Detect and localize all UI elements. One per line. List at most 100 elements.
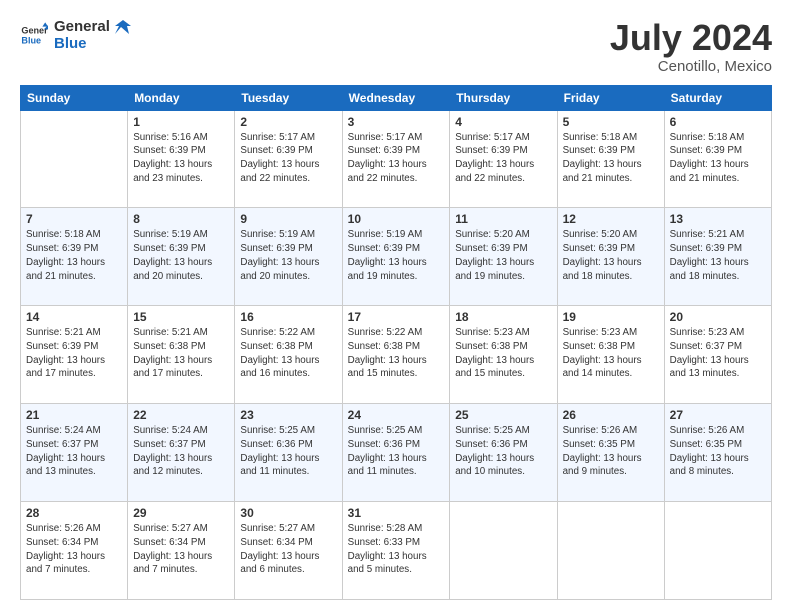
day-info: Sunrise: 5:18 AM Sunset: 6:39 PM Dayligh…	[26, 228, 122, 283]
day-info: Sunrise: 5:18 AM Sunset: 6:39 PM Dayligh…	[563, 131, 659, 186]
day-number: 29	[133, 506, 229, 520]
day-number: 3	[348, 115, 445, 129]
cell-4-2: 30 Sunrise: 5:27 AM Sunset: 6:34 PM Dayli…	[235, 502, 342, 600]
day-number: 24	[348, 408, 445, 422]
cell-3-1: 22Sunrise: 5:24 AM Sunset: 6:37 PM Dayli…	[128, 404, 235, 502]
cell-4-6	[664, 502, 771, 600]
cell-3-0: 21 Sunrise: 5:24 AM Sunset: 6:37 PM Dayli…	[21, 404, 128, 502]
day-number: 15	[133, 310, 229, 324]
day-number: 30	[240, 506, 336, 520]
logo-blue: Blue	[54, 35, 131, 52]
day-info: Sunrise: 5:18 AM Sunset: 6:39 PM Dayligh…	[670, 131, 766, 186]
day-info: Sunrise: 5:21 AM Sunset: 6:38 PM Dayligh…	[133, 326, 229, 381]
week-row-3: 14 Sunrise: 5:21 AM Sunset: 6:39 PM Dayli…	[21, 306, 772, 404]
cell-3-6: 27 Sunrise: 5:26 AM Sunset: 6:35 PM Dayli…	[664, 404, 771, 502]
cell-4-1: 29 Sunrise: 5:27 AM Sunset: 6:34 PM Dayli…	[128, 502, 235, 600]
day-info: Sunrise: 5:21 AM Sunset: 6:39 PM Dayligh…	[670, 228, 766, 283]
header-saturday: Saturday	[664, 85, 771, 110]
cell-2-3: 17 Sunrise: 5:22 AM Sunset: 6:38 PM Dayli…	[342, 306, 450, 404]
subtitle: Cenotillo, Mexico	[610, 58, 772, 75]
day-info: Sunrise: 5:20 AM Sunset: 6:39 PM Dayligh…	[455, 228, 551, 283]
cell-2-4: 18 Sunrise: 5:23 AM Sunset: 6:38 PM Dayli…	[450, 306, 557, 404]
cell-0-0	[21, 110, 128, 208]
cell-3-2: 23Sunrise: 5:25 AM Sunset: 6:36 PM Dayli…	[235, 404, 342, 502]
header-friday: Friday	[557, 85, 664, 110]
cell-0-5: 5 Sunrise: 5:18 AM Sunset: 6:39 PM Daylig…	[557, 110, 664, 208]
cell-2-0: 14 Sunrise: 5:21 AM Sunset: 6:39 PM Dayli…	[21, 306, 128, 404]
cell-0-1: 1 Sunrise: 5:16 AM Sunset: 6:39 PM Daylig…	[128, 110, 235, 208]
day-info: Sunrise: 5:25 AM Sunset: 6:36 PM Dayligh…	[348, 424, 445, 479]
day-number: 31	[348, 506, 445, 520]
cell-2-2: 16 Sunrise: 5:22 AM Sunset: 6:38 PM Dayli…	[235, 306, 342, 404]
logo: General Blue General Blue	[20, 18, 131, 53]
cell-1-2: 9 Sunrise: 5:19 AM Sunset: 6:39 PM Daylig…	[235, 208, 342, 306]
day-number: 18	[455, 310, 551, 324]
day-info: Sunrise: 5:17 AM Sunset: 6:39 PM Dayligh…	[240, 131, 336, 186]
svg-text:Blue: Blue	[21, 36, 41, 46]
day-number: 16	[240, 310, 336, 324]
logo-general: General	[54, 18, 131, 35]
day-info: Sunrise: 5:16 AM Sunset: 6:39 PM Dayligh…	[133, 131, 229, 186]
day-number: 6	[670, 115, 766, 129]
calendar-table: Sunday Monday Tuesday Wednesday Thursday…	[20, 85, 772, 600]
day-info: Sunrise: 5:22 AM Sunset: 6:38 PM Dayligh…	[348, 326, 445, 381]
day-number: 25	[455, 408, 551, 422]
day-info: Sunrise: 5:23 AM Sunset: 6:38 PM Dayligh…	[563, 326, 659, 381]
logo-icon: General Blue	[20, 21, 48, 49]
day-number: 19	[563, 310, 659, 324]
logo-bird-icon	[115, 20, 131, 34]
cell-4-3: 31 Sunrise: 5:28 AM Sunset: 6:33 PM Dayli…	[342, 502, 450, 600]
day-info: Sunrise: 5:17 AM Sunset: 6:39 PM Dayligh…	[348, 131, 445, 186]
day-number: 9	[240, 212, 336, 226]
header-row: Sunday Monday Tuesday Wednesday Thursday…	[21, 85, 772, 110]
day-number: 21	[26, 408, 122, 422]
day-number: 13	[670, 212, 766, 226]
day-number: 27	[670, 408, 766, 422]
calendar-body: 1 Sunrise: 5:16 AM Sunset: 6:39 PM Daylig…	[21, 110, 772, 599]
day-info: Sunrise: 5:22 AM Sunset: 6:38 PM Dayligh…	[240, 326, 336, 381]
cell-1-0: 7Sunrise: 5:18 AM Sunset: 6:39 PM Daylig…	[21, 208, 128, 306]
day-info: Sunrise: 5:26 AM Sunset: 6:34 PM Dayligh…	[26, 522, 122, 577]
cell-3-3: 24 Sunrise: 5:25 AM Sunset: 6:36 PM Dayli…	[342, 404, 450, 502]
cell-1-5: 12Sunrise: 5:20 AM Sunset: 6:39 PM Dayli…	[557, 208, 664, 306]
day-number: 1	[133, 115, 229, 129]
cell-4-0: 28Sunrise: 5:26 AM Sunset: 6:34 PM Dayli…	[21, 502, 128, 600]
day-info: Sunrise: 5:19 AM Sunset: 6:39 PM Dayligh…	[348, 228, 445, 283]
header: General Blue General Blue July 2024 Ceno…	[20, 18, 772, 75]
day-info: Sunrise: 5:23 AM Sunset: 6:38 PM Dayligh…	[455, 326, 551, 381]
day-number: 26	[563, 408, 659, 422]
week-row-4: 21 Sunrise: 5:24 AM Sunset: 6:37 PM Dayli…	[21, 404, 772, 502]
day-info: Sunrise: 5:26 AM Sunset: 6:35 PM Dayligh…	[670, 424, 766, 479]
day-number: 11	[455, 212, 551, 226]
day-number: 12	[563, 212, 659, 226]
cell-3-4: 25 Sunrise: 5:25 AM Sunset: 6:36 PM Dayli…	[450, 404, 557, 502]
day-number: 5	[563, 115, 659, 129]
cell-0-4: 4Sunrise: 5:17 AM Sunset: 6:39 PM Daylig…	[450, 110, 557, 208]
cell-0-6: 6 Sunrise: 5:18 AM Sunset: 6:39 PM Daylig…	[664, 110, 771, 208]
day-info: Sunrise: 5:19 AM Sunset: 6:39 PM Dayligh…	[133, 228, 229, 283]
day-info: Sunrise: 5:19 AM Sunset: 6:39 PM Dayligh…	[240, 228, 336, 283]
cell-0-2: 2 Sunrise: 5:17 AM Sunset: 6:39 PM Daylig…	[235, 110, 342, 208]
day-info: Sunrise: 5:25 AM Sunset: 6:36 PM Dayligh…	[455, 424, 551, 479]
cell-2-5: 19 Sunrise: 5:23 AM Sunset: 6:38 PM Dayli…	[557, 306, 664, 404]
day-number: 17	[348, 310, 445, 324]
day-info: Sunrise: 5:24 AM Sunset: 6:37 PM Dayligh…	[26, 424, 122, 479]
main-title: July 2024	[610, 18, 772, 58]
day-info: Sunrise: 5:24 AM Sunset: 6:37 PM Dayligh…	[133, 424, 229, 479]
day-info: Sunrise: 5:27 AM Sunset: 6:34 PM Dayligh…	[240, 522, 336, 577]
day-info: Sunrise: 5:21 AM Sunset: 6:39 PM Dayligh…	[26, 326, 122, 381]
day-number: 14	[26, 310, 122, 324]
day-info: Sunrise: 5:23 AM Sunset: 6:37 PM Dayligh…	[670, 326, 766, 381]
svg-text:General: General	[21, 26, 48, 36]
header-thursday: Thursday	[450, 85, 557, 110]
day-info: Sunrise: 5:26 AM Sunset: 6:35 PM Dayligh…	[563, 424, 659, 479]
day-info: Sunrise: 5:28 AM Sunset: 6:33 PM Dayligh…	[348, 522, 445, 577]
day-number: 2	[240, 115, 336, 129]
cell-2-1: 15 Sunrise: 5:21 AM Sunset: 6:38 PM Dayli…	[128, 306, 235, 404]
cell-4-5	[557, 502, 664, 600]
week-row-1: 1 Sunrise: 5:16 AM Sunset: 6:39 PM Daylig…	[21, 110, 772, 208]
day-info: Sunrise: 5:27 AM Sunset: 6:34 PM Dayligh…	[133, 522, 229, 577]
header-monday: Monday	[128, 85, 235, 110]
week-row-2: 7Sunrise: 5:18 AM Sunset: 6:39 PM Daylig…	[21, 208, 772, 306]
calendar-header: Sunday Monday Tuesday Wednesday Thursday…	[21, 85, 772, 110]
